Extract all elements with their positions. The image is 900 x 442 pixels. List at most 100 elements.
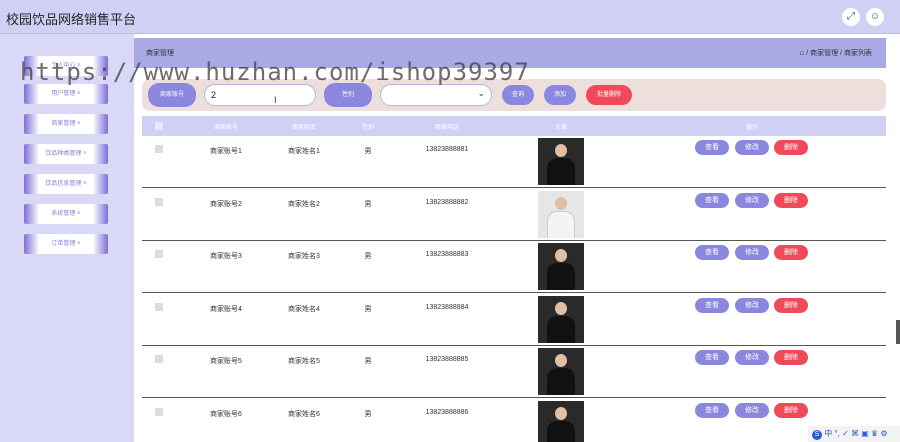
cell-name: 商家姓名4	[288, 306, 320, 313]
cell-phone: 13823888882	[425, 199, 469, 206]
row-checkbox[interactable]	[155, 303, 163, 311]
column-header-name[interactable]: 商家姓名	[292, 122, 316, 131]
view-button[interactable]: 查看	[695, 140, 729, 155]
main-content: 商家管理 ⌂ / 商家管理 / 商家列表 商家账号 I 性别 ⌄ 查询 添加 批…	[134, 34, 900, 442]
sidebar: 个人中心 ˅ 用户管理 ˅ 商家管理 ˅ 饮品种类管理 ˅ 饮品信息管理 ˅ 系…	[0, 34, 134, 442]
add-button[interactable]: 添加	[544, 85, 576, 105]
delete-button[interactable]: 删除	[774, 350, 808, 365]
cell-gender: 男	[364, 148, 372, 155]
ime-toolbar-text: 中 °, ✓ ⌘ ▣ ♛ ⚙	[824, 429, 888, 438]
cell-phone: 13823888886	[425, 409, 469, 416]
cell-account: 商家账号1	[210, 148, 242, 155]
view-button[interactable]: 查看	[695, 403, 729, 418]
fullscreen-icon[interactable]: ⤢	[842, 8, 860, 26]
cell-name: 商家姓名1	[288, 148, 320, 155]
merchant-account-input[interactable]	[204, 84, 316, 106]
ime-toolbar[interactable]: S 中 °, ✓ ⌘ ▣ ♛ ⚙	[808, 426, 900, 442]
watermark-text: https://www.huzhan.com/ishop39397	[20, 58, 530, 86]
sidebar-item-drink-category-management[interactable]: 饮品种类管理 ˅	[24, 144, 108, 164]
cell-phone: 13823888883	[425, 251, 469, 258]
view-button[interactable]: 查看	[695, 298, 729, 313]
column-header-phone[interactable]: 商家电话	[435, 122, 459, 131]
cell-gender: 男	[364, 358, 372, 365]
avatar-head	[555, 302, 567, 315]
top-bar: 校园饮品网络销售平台 ⤢ ☺	[0, 0, 900, 34]
edit-button[interactable]: 修改	[735, 140, 769, 155]
table-row: 商家账号2 商家姓名2 男 13823888882 查看 修改 删除	[142, 189, 886, 241]
table-row: 商家账号5 商家姓名5 男 13823888885 查看 修改 删除	[142, 346, 886, 398]
gender-label: 性别	[324, 83, 372, 107]
sidebar-item-order-management[interactable]: 订单管理 ˅	[24, 234, 108, 254]
avatar	[538, 243, 584, 290]
column-header-gender[interactable]: 性别	[362, 122, 374, 131]
row-checkbox[interactable]	[155, 408, 163, 416]
avatar-head	[555, 144, 567, 157]
gender-select[interactable]: ⌄	[380, 84, 492, 106]
edit-button[interactable]: 修改	[735, 245, 769, 260]
cell-phone: 13823888881	[425, 146, 469, 153]
cell-name: 商家姓名3	[288, 253, 320, 260]
breadcrumb-path-text: / 商家管理 / 商家列表	[806, 50, 872, 57]
cell-name: 商家姓名6	[288, 411, 320, 418]
avatar	[538, 138, 584, 185]
row-checkbox[interactable]	[155, 355, 163, 363]
table-row: 商家账号6 商家姓名6 男 13823888886 查看 修改 删除	[142, 399, 886, 442]
view-button[interactable]: 查看	[695, 193, 729, 208]
sidebar-item-merchant-management[interactable]: 商家管理 ˅	[24, 114, 108, 134]
app-title: 校园饮品网络销售平台	[6, 12, 137, 27]
cell-phone: 13823888884	[425, 304, 469, 311]
avatar-head	[555, 354, 567, 367]
avatar-body	[547, 316, 575, 343]
delete-button[interactable]: 删除	[774, 193, 808, 208]
view-button[interactable]: 查看	[695, 245, 729, 260]
cell-account: 商家账号3	[210, 253, 242, 260]
delete-button[interactable]: 删除	[774, 245, 808, 260]
select-all-checkbox[interactable]	[155, 122, 163, 130]
row-checkbox[interactable]	[155, 250, 163, 258]
delete-button[interactable]: 删除	[774, 140, 808, 155]
page-title: 商家管理	[146, 50, 174, 57]
sidebar-item-user-management[interactable]: 用户管理 ˅	[24, 84, 108, 104]
cell-account: 商家账号2	[210, 201, 242, 208]
table-header: 商家账号 商家姓名 性别 商家电话 头像 操作	[142, 116, 886, 136]
batch-delete-button[interactable]: 批量删除	[586, 85, 632, 105]
query-button[interactable]: 查询	[502, 85, 534, 105]
avatar	[538, 348, 584, 395]
edit-button[interactable]: 修改	[735, 298, 769, 313]
avatar-body	[547, 368, 575, 395]
avatar	[538, 296, 584, 343]
home-icon[interactable]: ⌂	[799, 48, 804, 57]
row-checkbox[interactable]	[155, 198, 163, 206]
scrollbar[interactable]	[896, 320, 900, 344]
cell-gender: 男	[364, 411, 372, 418]
avatar	[538, 401, 584, 442]
avatar-body	[547, 211, 575, 238]
delete-button[interactable]: 删除	[774, 298, 808, 313]
column-header-avatar: 头像	[554, 125, 568, 131]
cell-account: 商家账号5	[210, 358, 242, 365]
edit-button[interactable]: 修改	[735, 350, 769, 365]
text-cursor-icon: I	[274, 95, 277, 105]
column-header-account[interactable]: 商家账号	[214, 122, 238, 131]
view-button[interactable]: 查看	[695, 350, 729, 365]
user-icon[interactable]: ☺	[866, 8, 884, 26]
edit-button[interactable]: 修改	[735, 403, 769, 418]
cell-account: 商家账号4	[210, 306, 242, 313]
cell-gender: 男	[364, 306, 372, 313]
sidebar-item-system-management[interactable]: 系统管理 ˅	[24, 204, 108, 224]
cell-name: 商家姓名5	[288, 358, 320, 365]
sidebar-item-drink-info-management[interactable]: 饮品信息管理 ˅	[24, 174, 108, 194]
avatar-body	[547, 263, 575, 290]
avatar-body	[547, 421, 575, 442]
avatar-head	[555, 249, 567, 262]
breadcrumb-path: ⌂ / 商家管理 / 商家列表	[799, 48, 872, 58]
avatar	[538, 191, 584, 238]
avatar-head	[555, 197, 567, 210]
edit-button[interactable]: 修改	[735, 193, 769, 208]
column-header-actions: 操作	[745, 125, 759, 131]
row-checkbox[interactable]	[155, 145, 163, 153]
avatar-head	[555, 407, 567, 420]
table-row: 商家账号4 商家姓名4 男 13823888884 查看 修改 删除	[142, 294, 886, 346]
delete-button[interactable]: 删除	[774, 403, 808, 418]
cell-gender: 男	[364, 253, 372, 260]
